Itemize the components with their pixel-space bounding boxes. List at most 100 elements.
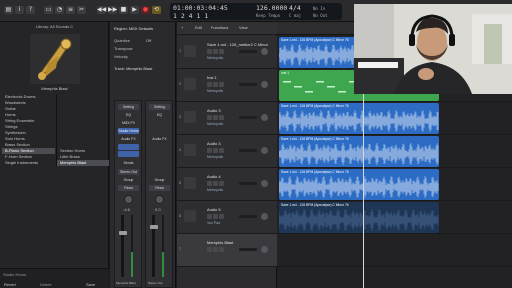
solo-button[interactable] bbox=[213, 214, 218, 219]
audio-fx-slot[interactable]: Audio FX bbox=[118, 136, 139, 142]
group-slot[interactable]: Group bbox=[118, 177, 139, 183]
library-toggle-button[interactable]: ▤ bbox=[4, 6, 13, 14]
save-button[interactable]: Save bbox=[86, 282, 95, 287]
sends-slot[interactable]: Sends bbox=[118, 160, 139, 166]
library-category-item[interactable]: Single Instruments bbox=[2, 160, 55, 166]
solo-button[interactable] bbox=[213, 115, 218, 120]
mute-button[interactable] bbox=[207, 214, 212, 219]
library-patch-item[interactable]: Memphis Blast bbox=[57, 160, 109, 166]
track-header[interactable]: 7 Memphis Blast bbox=[177, 234, 277, 267]
add-track-button[interactable]: + bbox=[181, 25, 183, 30]
fx-slot-1[interactable] bbox=[118, 144, 139, 150]
stop-button[interactable]: ■ bbox=[119, 6, 128, 14]
region[interactable]: Save 1.m4 - 126 BPM (Apocalyse) C Minor … bbox=[279, 202, 439, 233]
quantize-value[interactable]: Off bbox=[146, 38, 151, 43]
track-pan-knob[interactable] bbox=[261, 213, 268, 220]
track-name[interactable]: Audio 4 bbox=[207, 174, 221, 179]
audio-fx-slot-right[interactable]: Audio FX bbox=[149, 136, 170, 142]
eq-slot-right[interactable]: EQ bbox=[149, 112, 170, 118]
record-enable-button[interactable] bbox=[219, 181, 224, 186]
track-pan-knob[interactable] bbox=[261, 246, 268, 253]
setting-slot[interactable]: Setting bbox=[118, 104, 139, 110]
track-pan-knob[interactable] bbox=[261, 180, 268, 187]
track-pan-knob[interactable] bbox=[261, 114, 268, 121]
delete-button[interactable]: Delete bbox=[40, 282, 52, 287]
automation-slot-right[interactable]: Read bbox=[149, 185, 170, 191]
track-name[interactable]: Memphis Blast bbox=[207, 240, 233, 245]
eq-slot[interactable]: EQ bbox=[118, 112, 139, 118]
track-name[interactable]: Audio 5 bbox=[207, 207, 221, 212]
mute-button[interactable] bbox=[207, 115, 212, 120]
region[interactable]: Save 1.m4 - 126 BPM (Apocalyse) C Minor … bbox=[279, 169, 439, 200]
track-pan-knob[interactable] bbox=[261, 147, 268, 154]
region[interactable]: Save 1.m4 - 126 BPM (Apocalyse) C Minor … bbox=[279, 136, 439, 167]
functions-menu[interactable]: Functions bbox=[211, 25, 228, 30]
track-header[interactable]: Track: Memphis Blast bbox=[114, 66, 152, 71]
solo-button[interactable] bbox=[213, 148, 218, 153]
revert-button[interactable]: Revert bbox=[4, 282, 16, 287]
play-button[interactable]: ▶ bbox=[130, 6, 139, 14]
record-enable-button[interactable] bbox=[219, 148, 224, 153]
rewind-button[interactable]: ◀◀ bbox=[97, 6, 106, 14]
track-volume-slider[interactable] bbox=[239, 248, 257, 251]
smart-controls-button[interactable]: ◔ bbox=[55, 6, 64, 14]
region-header[interactable]: Region: MIDI Defaults bbox=[114, 26, 153, 31]
volume-fader-track[interactable] bbox=[121, 215, 124, 277]
cycle-button[interactable]: ⟲ bbox=[152, 6, 161, 14]
editors-button[interactable]: ✂ bbox=[77, 6, 86, 14]
record-enable-button[interactable] bbox=[219, 49, 224, 54]
setting-slot-right[interactable]: Setting bbox=[149, 104, 170, 110]
mixer-button[interactable]: ≡ bbox=[66, 6, 75, 14]
solo-button[interactable] bbox=[213, 82, 218, 87]
track-pan-knob[interactable] bbox=[261, 48, 268, 55]
toolbar-toggle-button[interactable]: ▭ bbox=[44, 6, 53, 14]
track-volume-slider[interactable] bbox=[239, 215, 257, 218]
record-enable-button[interactable] bbox=[219, 214, 224, 219]
forward-button[interactable]: ▶▶ bbox=[108, 6, 117, 14]
track-header[interactable]: 2 Inst 1 Metropolis bbox=[177, 69, 277, 102]
track-header[interactable]: 5 Audio 4 Metropolis bbox=[177, 168, 277, 201]
record-button[interactable]: ● bbox=[141, 6, 150, 14]
pan-knob-right[interactable] bbox=[155, 195, 164, 204]
mute-button[interactable] bbox=[207, 49, 212, 54]
track-name[interactable]: Save 1.m4 - 126_melkor2 C Minor bbox=[207, 42, 268, 47]
mute-button[interactable] bbox=[207, 148, 212, 153]
region[interactable]: Save 1.m4 - 126 BPM (Apocalyse) C Minor … bbox=[279, 103, 439, 134]
track-name[interactable]: Audio 3 bbox=[207, 108, 221, 113]
group-slot-right[interactable]: Group bbox=[149, 177, 170, 183]
instrument-slot[interactable]: Studio Horns bbox=[118, 128, 139, 134]
solo-button[interactable] bbox=[213, 49, 218, 54]
track-pan-knob[interactable] bbox=[261, 81, 268, 88]
view-menu[interactable]: View bbox=[239, 25, 248, 30]
record-enable-button[interactable] bbox=[219, 247, 224, 252]
record-enable-button[interactable] bbox=[219, 115, 224, 120]
track-header[interactable]: 1 Save 1.m4 - 126_melkor2 C Minor Metropol… bbox=[177, 36, 277, 69]
solo-button[interactable] bbox=[213, 181, 218, 186]
track-header[interactable]: 3 Audio 3 Metropolis bbox=[177, 102, 277, 135]
edit-menu[interactable]: Edit bbox=[195, 25, 202, 30]
mute-button[interactable] bbox=[207, 82, 212, 87]
midi-fx-slot[interactable]: MIDI FX bbox=[118, 120, 139, 126]
track-volume-slider[interactable] bbox=[239, 83, 257, 86]
automation-slot[interactable]: Read bbox=[118, 185, 139, 191]
mute-button[interactable] bbox=[207, 247, 212, 252]
inspector-toggle-button[interactable]: i bbox=[15, 6, 24, 14]
lcd-display[interactable]: 01:00:03:04:45 1 2 4 1 1 126.0000 Keep T… bbox=[170, 3, 342, 20]
track-volume-slider[interactable] bbox=[239, 182, 257, 185]
track-name[interactable]: Audio 3 bbox=[207, 141, 221, 146]
track-header[interactable]: 4 Audio 3 Metropolis bbox=[177, 135, 277, 168]
track-volume-slider[interactable] bbox=[239, 116, 257, 119]
track-name[interactable]: Inst 1 bbox=[207, 75, 217, 80]
track-volume-slider[interactable] bbox=[239, 50, 257, 53]
volume-fader-cap[interactable] bbox=[119, 231, 127, 235]
mute-button[interactable] bbox=[207, 181, 212, 186]
track-header[interactable]: 6 Audio 5 Vox Pad bbox=[177, 201, 277, 234]
volume-fader-cap-right[interactable] bbox=[150, 225, 158, 229]
solo-button[interactable] bbox=[213, 247, 218, 252]
track-volume-slider[interactable] bbox=[239, 149, 257, 152]
pan-knob[interactable] bbox=[124, 195, 133, 204]
help-button[interactable]: ? bbox=[26, 6, 35, 14]
record-enable-button[interactable] bbox=[219, 82, 224, 87]
fx-slot-2[interactable] bbox=[118, 151, 139, 157]
output-slot[interactable]: Stereo Out bbox=[118, 169, 139, 175]
